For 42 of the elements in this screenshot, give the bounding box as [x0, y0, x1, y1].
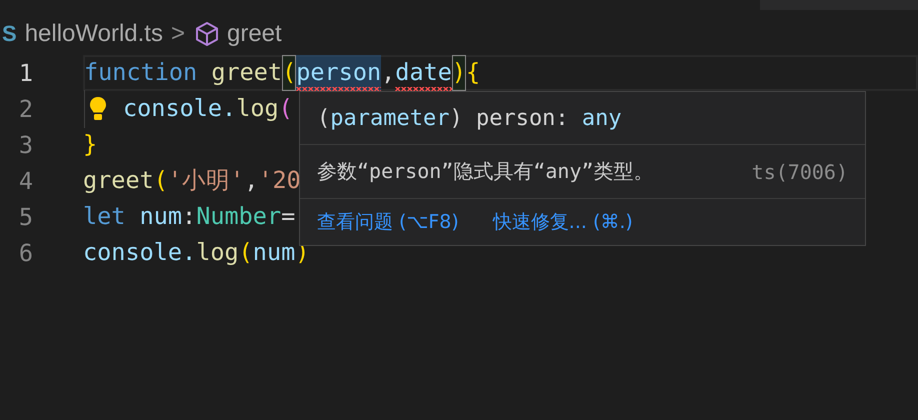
code-token: { — [466, 57, 480, 88]
action-link[interactable]: 快速修复... (⌘.) — [492, 209, 633, 235]
code-token: person — [296, 55, 382, 91]
code-token: Number — [196, 201, 282, 232]
code-token: } — [83, 129, 98, 160]
code-token: console. — [123, 93, 236, 124]
code-token: ( — [278, 93, 293, 124]
line-number: 6 — [18, 239, 33, 267]
action-link[interactable]: 查看问题 (⌥F8) — [317, 209, 459, 235]
hover-signature: (parameter) person: any — [316, 104, 623, 132]
code-token: ( — [238, 237, 253, 268]
code-token: : — [182, 201, 196, 232]
code-token: greet — [211, 57, 282, 88]
code-token: function — [84, 57, 198, 88]
line-number: 2 — [18, 95, 33, 123]
breadcrumb-symbol[interactable]: greet — [226, 20, 282, 48]
code-token: ( — [282, 55, 296, 91]
diagnostic-message: 参数“person”隐式具有“any”类型。 — [317, 158, 654, 185]
breadcrumb-file[interactable]: helloWorld.ts — [24, 20, 163, 48]
code-token: log — [236, 93, 279, 124]
code-token: , — [244, 165, 258, 196]
line-number: 3 — [18, 131, 33, 159]
code-token: num — [140, 201, 182, 232]
line-number: 1 — [18, 59, 33, 87]
code-token: '小明' — [168, 165, 244, 196]
code-token: ) — [452, 55, 466, 91]
code-token: = — [281, 201, 296, 232]
code-token: let — [83, 201, 126, 232]
line-number: 5 — [18, 203, 33, 231]
file-type-label: S — [2, 21, 17, 47]
code-token: greet — [83, 165, 154, 196]
cube-icon — [194, 21, 219, 47]
code-token: log — [196, 237, 239, 268]
code-token: ( — [154, 165, 168, 196]
diagnostic-code: ts(7006) — [752, 160, 848, 184]
line-number: 4 — [18, 167, 33, 195]
code-token: , — [381, 57, 396, 88]
breadcrumb-separator: > — [170, 20, 185, 48]
code-token: num — [252, 237, 296, 268]
code-token: console. — [83, 237, 196, 268]
code-token: '20 — [258, 165, 301, 196]
lightbulb-icon[interactable] — [89, 96, 107, 122]
